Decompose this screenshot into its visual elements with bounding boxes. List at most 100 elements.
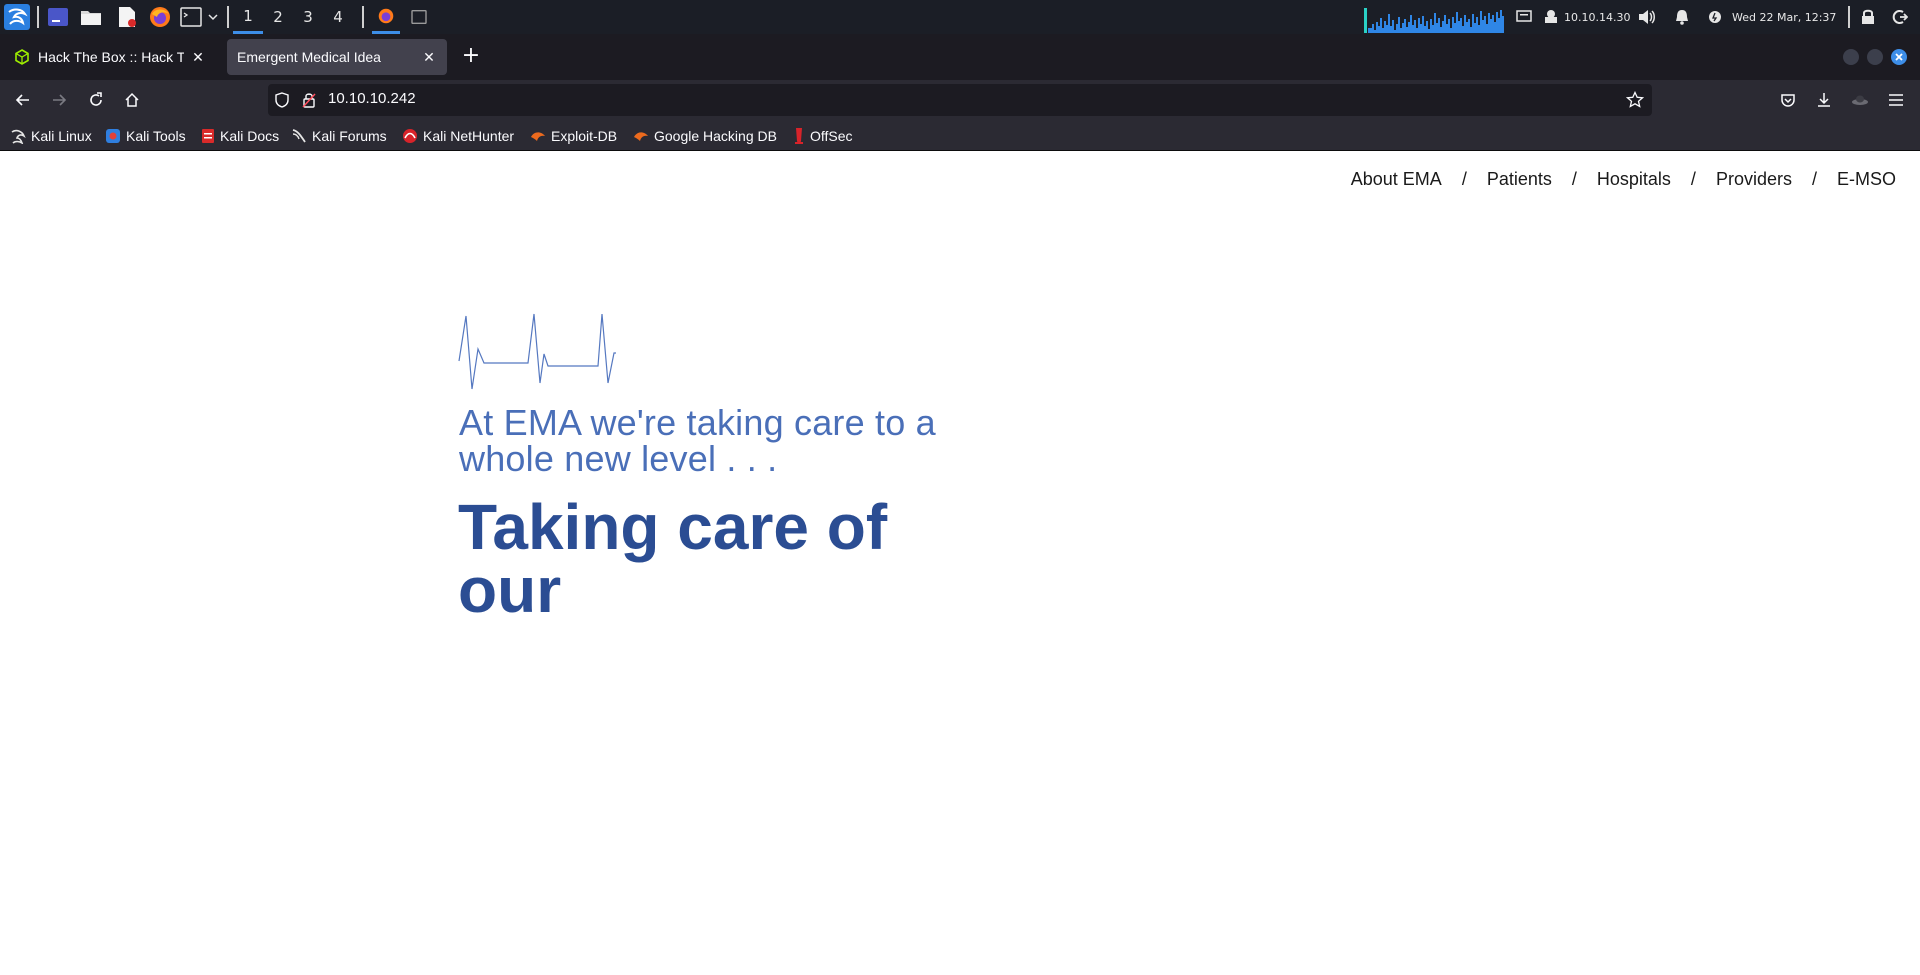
workspace-switcher: 1 2 3 4: [233, 0, 353, 34]
exploit-db-icon: [531, 132, 545, 141]
pocket-icon: [1781, 94, 1795, 107]
workspace-3[interactable]: 3: [293, 0, 323, 34]
vpn-icon[interactable]: [1542, 0, 1560, 34]
ghdb-icon: [634, 132, 648, 141]
nav-hospitals[interactable]: Hospitals: [1597, 169, 1671, 190]
terminal-icon[interactable]: [179, 0, 203, 34]
nav-separator: /: [1690, 169, 1696, 189]
workspace-1[interactable]: 1: [233, 0, 263, 34]
top-panel: 1 2 3 4 10.10.14.30 Wed 22 Mar, 12:37: [0, 0, 1920, 34]
kali-dragon-icon: [11, 129, 26, 144]
bookmark-label: Kali Tools: [126, 128, 186, 144]
workspace-2[interactable]: 2: [263, 0, 293, 34]
vpn-ip: 10.10.14.30: [1564, 10, 1631, 24]
bookmark-offsec[interactable]: OffSec: [793, 125, 853, 147]
close-window-button[interactable]: [1891, 49, 1907, 65]
bookmark-label: Exploit-DB: [551, 128, 618, 144]
close-icon: [1895, 53, 1903, 61]
pocket-button[interactable]: [1774, 86, 1802, 114]
tagline: At EMA we're taking care to a whole new …: [459, 402, 936, 479]
bookmark-kali-nethunter[interactable]: Kali NetHunter: [402, 125, 514, 147]
home-icon: [125, 92, 139, 107]
maximize-button[interactable]: [1867, 49, 1883, 65]
nav-separator: /: [1811, 169, 1817, 189]
vpn-ip-text: 10.10.14.30: [1564, 0, 1630, 34]
nav-providers[interactable]: Providers: [1716, 169, 1792, 190]
arrow-right-icon: [53, 94, 67, 106]
htb-favicon-icon: [15, 49, 29, 65]
bookmark-kali-forums[interactable]: Kali Forums: [291, 125, 387, 147]
dropdown-icon[interactable]: [205, 0, 221, 34]
bookmark-label: Kali Forums: [312, 128, 387, 144]
kali-forums-icon: [292, 129, 306, 143]
bookmark-exploit-db[interactable]: Exploit-DB: [530, 125, 617, 147]
tab-title: Emergent Medical Idea: [237, 49, 381, 65]
power-manager-icon[interactable]: [1705, 0, 1725, 34]
extension-button[interactable]: [1846, 86, 1874, 114]
file-manager-icon[interactable]: [78, 0, 104, 34]
nav-about-ema[interactable]: About EMA: [1351, 169, 1442, 190]
forward-button[interactable]: [45, 86, 73, 114]
url-text[interactable]: 10.10.10.242: [328, 90, 416, 107]
bookmark-label: Kali NetHunter: [423, 128, 515, 144]
bookmark-google-hacking-db[interactable]: Google Hacking DB: [633, 125, 777, 147]
kali-docs-icon: [202, 129, 214, 143]
close-icon[interactable]: ✕: [421, 49, 437, 66]
notification-icon[interactable]: [1672, 0, 1692, 34]
bookmark-label: Google Hacking DB: [654, 128, 777, 144]
minimize-button[interactable]: [1843, 49, 1859, 65]
display-icon[interactable]: [1514, 0, 1534, 34]
bookmarks-toolbar: Kali Linux Kali Tools Kali Docs Kali For…: [0, 120, 1920, 151]
reload-icon: [90, 92, 102, 106]
workspace-4[interactable]: 4: [323, 0, 353, 34]
offsec-icon: [795, 128, 803, 144]
clock[interactable]: Wed 22 Mar, 12:37: [1732, 0, 1836, 34]
bookmark-label: Kali Linux: [31, 128, 92, 144]
home-button[interactable]: [118, 86, 146, 114]
tab-hack-the-box[interactable]: Hack The Box :: Hack The Bo ✕: [4, 39, 216, 75]
bookmark-star-icon[interactable]: [1626, 91, 1644, 109]
nav-separator: /: [1571, 169, 1577, 189]
text-editor-icon[interactable]: [114, 0, 140, 34]
arrow-left-icon: [15, 94, 29, 106]
reload-button[interactable]: [82, 86, 110, 114]
shield-icon[interactable]: [274, 92, 290, 108]
web-page: About EMA / Patients / Hospitals / Provi…: [0, 151, 1920, 975]
nav-e-mso[interactable]: E-MSO: [1837, 169, 1896, 190]
bookmark-kali-linux[interactable]: Kali Linux: [10, 125, 92, 147]
site-navigation: About EMA / Patients / Hospitals / Provi…: [1351, 169, 1896, 190]
firefox-icon[interactable]: [147, 0, 173, 34]
bookmark-label: Kali Docs: [220, 128, 280, 144]
terminal-icon[interactable]: [45, 0, 71, 34]
back-button[interactable]: [9, 86, 37, 114]
lock-icon[interactable]: [1858, 0, 1878, 34]
tab-emergent-medical-idea[interactable]: Emergent Medical Idea ✕: [227, 39, 447, 75]
bookmark-kali-tools[interactable]: Kali Tools: [105, 125, 186, 147]
hamburger-menu-icon: [1889, 94, 1903, 106]
tab-strip: Hack The Box :: Hack The Bo ✕ Emergent M…: [0, 34, 1920, 80]
bookmark-label: OffSec: [810, 128, 853, 144]
nethunter-icon: [403, 129, 417, 143]
volume-icon[interactable]: [1636, 0, 1658, 34]
menu-button[interactable]: [1882, 86, 1910, 114]
url-bar[interactable]: [268, 84, 1652, 116]
heartbeat-pulse-icon: [458, 313, 616, 390]
hat-icon: [1852, 95, 1868, 105]
terminal-window-icon[interactable]: [406, 0, 432, 34]
bookmark-kali-docs[interactable]: Kali Docs: [201, 125, 279, 147]
hero-headline: Taking care of our: [458, 491, 888, 626]
nav-separator: /: [1461, 169, 1467, 189]
datetime: Wed 22 Mar, 12:37: [1732, 10, 1837, 24]
logout-icon[interactable]: [1890, 0, 1910, 34]
kali-tools-icon: [106, 129, 120, 143]
tab-title: Hack The Box :: Hack The Bo: [38, 49, 184, 65]
close-icon[interactable]: ✕: [190, 49, 206, 66]
new-tab-button[interactable]: +: [460, 45, 482, 68]
download-icon: [1818, 93, 1830, 107]
nav-patients[interactable]: Patients: [1487, 169, 1552, 190]
downloads-button[interactable]: [1810, 86, 1838, 114]
insecure-lock-icon[interactable]: [302, 92, 316, 108]
firefox-window-icon[interactable]: [372, 0, 400, 34]
kali-menu-icon[interactable]: [2, 0, 32, 34]
network-graph: [1364, 6, 1504, 33]
